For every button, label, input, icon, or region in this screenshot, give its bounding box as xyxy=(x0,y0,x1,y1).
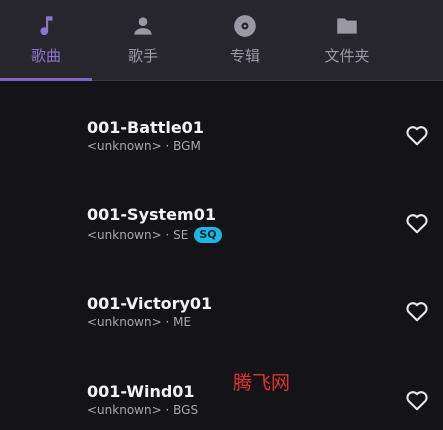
song-album: SE xyxy=(173,228,189,242)
person-icon xyxy=(134,17,152,35)
song-artist: <unknown> xyxy=(87,315,162,329)
song-title: 001-Victory01 xyxy=(87,294,213,313)
song-row[interactable]: 001-Victory01 <unknown> · ME xyxy=(0,268,443,356)
tab-artists-label: 歌手 xyxy=(127,47,158,65)
song-subtitle: <unknown> · SE SQ xyxy=(87,227,222,243)
song-title: 001-Battle01 xyxy=(87,118,204,137)
song-row[interactable]: 001-Wind01 <unknown> · BGS xyxy=(0,356,443,430)
song-row[interactable]: 001-Battle01 <unknown> · BGM xyxy=(0,92,443,180)
tab-bar: 歌曲 歌手 专辑 文件夹 xyxy=(0,0,443,81)
watermark-text: 腾飞网 xyxy=(233,372,291,394)
favorite-heart-icon[interactable] xyxy=(404,298,430,324)
song-row[interactable]: 001-System01 <unknown> · SE SQ xyxy=(0,180,443,268)
quality-badge: SQ xyxy=(194,227,222,243)
song-artist: <unknown> xyxy=(87,139,162,153)
tab-folders[interactable]: 文件夹 xyxy=(297,0,397,81)
song-subtitle: <unknown> · BGS xyxy=(87,403,198,417)
song-separator: · xyxy=(165,315,170,329)
song-subtitle: <unknown> · BGM xyxy=(87,139,201,153)
active-tab-indicator xyxy=(0,78,92,81)
tab-songs[interactable]: 歌曲 xyxy=(0,0,96,81)
song-album: ME xyxy=(173,315,192,329)
favorite-heart-icon[interactable] xyxy=(404,387,430,413)
tab-folders-label: 文件夹 xyxy=(324,47,370,65)
favorite-heart-icon[interactable] xyxy=(404,210,430,236)
tab-songs-label: 歌曲 xyxy=(30,47,61,65)
song-separator: · xyxy=(165,403,170,417)
song-album: BGS xyxy=(173,403,199,417)
tab-artists[interactable]: 歌手 xyxy=(93,0,193,81)
song-album: BGM xyxy=(173,139,201,153)
folder-icon xyxy=(337,18,357,34)
tab-albums-label: 专辑 xyxy=(229,47,260,65)
song-title: 001-System01 xyxy=(87,205,216,224)
music-note-icon xyxy=(40,16,53,36)
song-separator: · xyxy=(165,139,170,153)
song-artist: <unknown> xyxy=(87,403,162,417)
tab-divider xyxy=(92,80,443,81)
song-title: 001-Wind01 xyxy=(87,382,195,401)
favorite-heart-icon[interactable] xyxy=(404,122,430,148)
song-artist: <unknown> xyxy=(87,228,162,242)
song-subtitle: <unknown> · ME xyxy=(87,315,191,329)
tab-albums[interactable]: 专辑 xyxy=(195,0,295,81)
disc-icon xyxy=(234,15,256,37)
song-separator: · xyxy=(165,228,170,242)
